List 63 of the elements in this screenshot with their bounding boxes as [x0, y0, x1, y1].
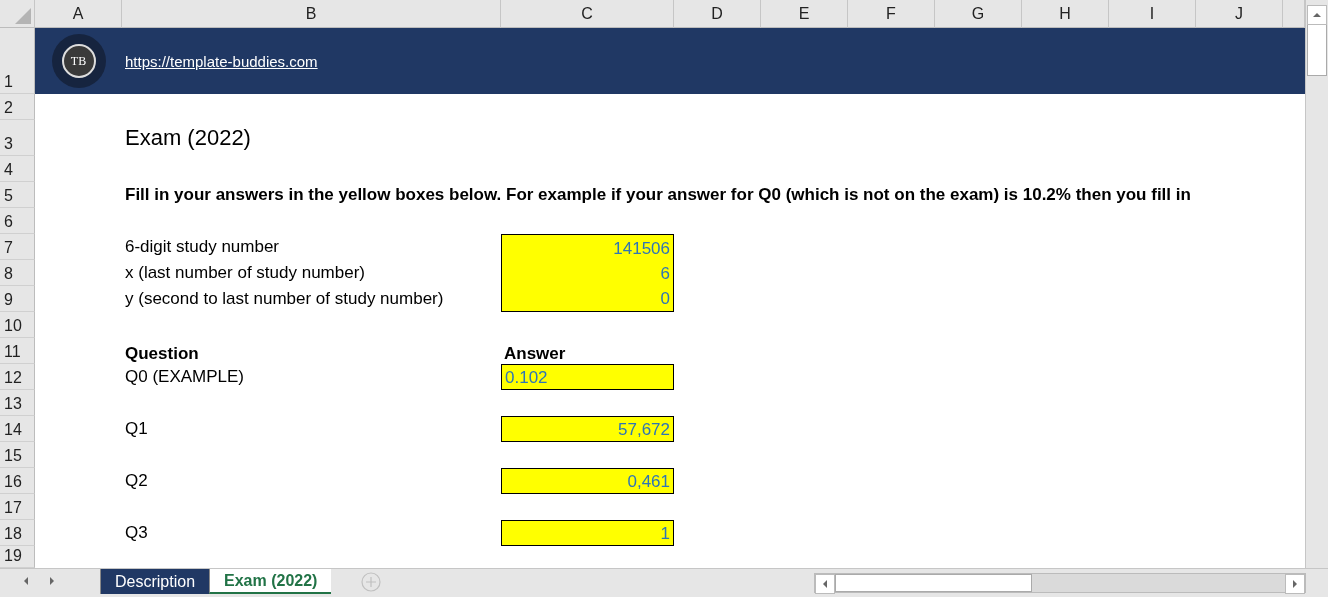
column-label: Answer — [504, 344, 566, 364]
row-header[interactable]: 15 — [0, 442, 35, 468]
question-label: Q3 — [125, 523, 148, 543]
row-header[interactable]: 4 — [0, 156, 35, 182]
tab-scroll-left-icon — [22, 577, 30, 585]
column-header[interactable]: I — [1109, 0, 1196, 28]
triangle-left-icon — [821, 580, 829, 588]
column-label: Question — [125, 344, 199, 364]
scroll-right-button[interactable] — [1285, 574, 1305, 594]
column-header[interactable]: J — [1196, 0, 1283, 28]
field-value[interactable]: 141506 — [502, 235, 673, 261]
row-header[interactable]: 12 — [0, 364, 35, 390]
column-header[interactable]: D — [674, 0, 761, 28]
sheet-tab[interactable]: Exam (2022) — [209, 569, 332, 594]
row-header[interactable]: 3 — [0, 120, 35, 156]
scroll-thumb[interactable] — [1307, 25, 1327, 76]
column-header[interactable]: C — [501, 0, 674, 28]
scroll-up-button[interactable] — [1307, 5, 1327, 25]
row-header[interactable]: 7 — [0, 234, 35, 260]
triangle-up-icon — [1313, 11, 1321, 19]
field-label: 6-digit study number — [125, 237, 280, 257]
column-header[interactable]: A — [35, 0, 122, 28]
row-header[interactable]: 9 — [0, 286, 35, 312]
row-header[interactable]: 10 — [0, 312, 35, 338]
website-link[interactable]: https://template-buddies.com — [125, 52, 318, 70]
horizontal-scrollbar[interactable] — [814, 573, 1306, 593]
answer-box[interactable]: 57,672 — [501, 416, 674, 442]
row-header[interactable]: 18 — [0, 520, 35, 546]
field-label: y (second to last number of study number) — [125, 289, 444, 309]
field-value[interactable]: 0 — [502, 285, 673, 311]
row-header[interactable]: 13 — [0, 390, 35, 416]
answer-box[interactable]: 0,461 — [501, 468, 674, 494]
row-header[interactable]: 16 — [0, 468, 35, 494]
column-header[interactable]: H — [1022, 0, 1109, 28]
tab-scroll-right-icon — [48, 577, 56, 585]
column-header[interactable]: B — [122, 0, 501, 28]
add-sheet-icon[interactable] — [361, 572, 382, 592]
instruction-text: Fill in your answers in the yellow boxes below. For example if your answer for Q0 (which is not on the exam) is 10.2% then you fill in — [125, 185, 1191, 205]
row-header[interactable]: 19 — [0, 546, 35, 568]
row-header[interactable]: 2 — [0, 94, 35, 120]
sheet-title: Exam (2022) — [125, 125, 251, 151]
row-header[interactable]: 14 — [0, 416, 35, 442]
column-header[interactable]: E — [761, 0, 848, 28]
scroll-left-button[interactable] — [815, 574, 835, 594]
sheet-tab[interactable]: Description — [100, 569, 210, 594]
question-label: Q1 — [125, 419, 148, 439]
answer-box[interactable]: 1 — [501, 520, 674, 546]
row-header[interactable]: 8 — [0, 260, 35, 286]
column-header[interactable]: G — [935, 0, 1022, 28]
field-value[interactable]: 6 — [502, 260, 673, 286]
row-header[interactable]: 1 — [0, 28, 35, 94]
row-header[interactable]: 17 — [0, 494, 35, 520]
select-all-icon[interactable] — [15, 8, 31, 24]
triangle-right-icon — [1291, 580, 1299, 588]
answer-box[interactable]: 0.102 — [501, 364, 674, 390]
row-header[interactable]: 11 — [0, 338, 35, 364]
row-header[interactable]: 5 — [0, 182, 35, 208]
row-header[interactable]: 6 — [0, 208, 35, 234]
field-label: x (last number of study number) — [125, 263, 365, 283]
question-label: Q0 (EXAMPLE) — [125, 367, 245, 387]
question-label: Q2 — [125, 471, 148, 491]
scroll-thumb[interactable] — [835, 574, 1032, 592]
column-header[interactable]: F — [848, 0, 935, 28]
